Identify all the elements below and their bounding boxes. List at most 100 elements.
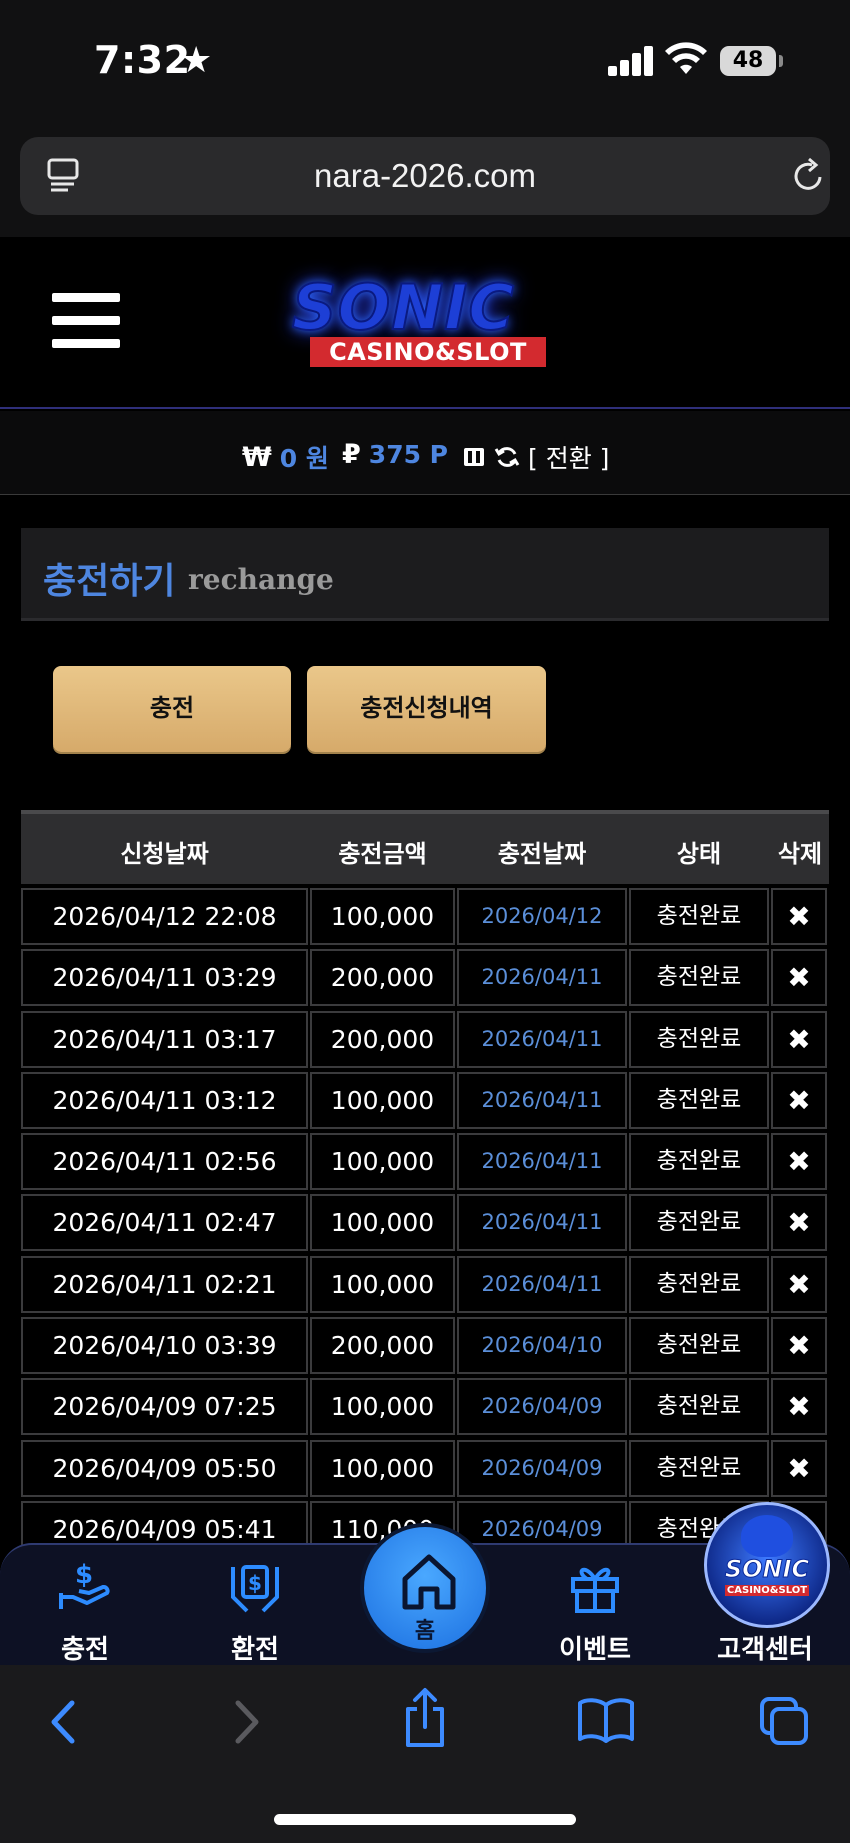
- delete-icon[interactable]: ✖: [771, 888, 827, 945]
- request-date-cell: 2026/04/11 03:17: [21, 1010, 308, 1068]
- charge-date-cell: 2026/04/11: [457, 1194, 627, 1252]
- charge-history-table: 2026/04/12 22:08 100,000 2026/04/12 충전완료…: [21, 886, 829, 1560]
- status-cell: 충전완료: [629, 888, 769, 945]
- point-icon: ₽: [342, 439, 361, 470]
- nav-event-label: 이벤트: [559, 1635, 631, 1665]
- header-status: 상태: [676, 840, 722, 868]
- status-cell: 충전완료: [629, 949, 769, 1007]
- request-date-cell: 2026/04/11 02:21: [21, 1255, 308, 1313]
- back-icon[interactable]: [44, 1695, 84, 1749]
- charge-history-button[interactable]: 충전신청내역: [307, 666, 546, 752]
- cash-balance-value: 0 원: [279, 444, 329, 473]
- delete-icon[interactable]: ✖: [771, 1071, 827, 1129]
- page-title: 충전하기: [43, 561, 176, 602]
- site-logo[interactable]: SONIC CASINO&SLOT: [284, 270, 574, 371]
- amount-cell: 100,000: [310, 1071, 455, 1129]
- cash-balance: ₩ 0 원: [242, 439, 329, 475]
- header-request-date: 신청날짜: [120, 840, 209, 868]
- won-icon: ₩: [242, 441, 272, 473]
- logo-subtitle: CASINO&SLOT: [310, 337, 546, 367]
- status-bar: 7:32 ★ 48: [0, 0, 850, 120]
- table-row: 2026/04/11 03:17 200,000 2026/04/11 충전완료…: [21, 1009, 829, 1070]
- address-bar[interactable]: nara-2026.com: [20, 137, 830, 215]
- delete-icon[interactable]: ✖: [771, 1378, 827, 1436]
- nav-home-button[interactable]: 홈: [360, 1523, 490, 1653]
- logo-text: SONIC: [291, 270, 515, 345]
- support-badge[interactable]: SONIC CASINO&SLOT: [704, 1502, 830, 1628]
- bookmarks-icon[interactable]: [576, 1697, 636, 1743]
- hamburger-menu-icon[interactable]: [52, 293, 120, 349]
- header-amount: 충전금액: [338, 840, 427, 868]
- charge-date-cell: 2026/04/10: [457, 1317, 627, 1375]
- card-icon: [464, 448, 484, 466]
- charge-date-cell: 2026/04/09: [457, 1439, 627, 1497]
- amount-cell: 100,000: [310, 1133, 455, 1191]
- request-date-cell: 2026/04/11 02:47: [21, 1194, 308, 1252]
- request-date-cell: 2026/04/11 03:12: [21, 1071, 308, 1129]
- status-cell: 충전완료: [629, 1071, 769, 1129]
- browser-address-area: nara-2026.com: [0, 120, 850, 237]
- request-date-cell: 2026/04/12 22:08: [21, 888, 308, 945]
- charge-date-cell: 2026/04/11: [457, 949, 627, 1007]
- amount-cell: 100,000: [310, 1194, 455, 1252]
- status-cell: 충전완료: [629, 1194, 769, 1252]
- delete-icon[interactable]: ✖: [771, 1010, 827, 1068]
- table-row: 2026/04/10 03:39 200,000 2026/04/10 충전완료…: [21, 1315, 829, 1376]
- share-icon[interactable]: [400, 1687, 450, 1749]
- section-header: 충전하기 rechange: [21, 528, 829, 621]
- balance-bar: ₩ 0 원 ₽ 375 P [ 전환 ]: [0, 411, 850, 495]
- nav-event[interactable]: 이벤트: [530, 1545, 660, 1665]
- table-row: 2026/04/11 02:56 100,000 2026/04/11 충전완료…: [21, 1131, 829, 1192]
- amount-cell: 100,000: [310, 1255, 455, 1313]
- money-hand-icon: $: [59, 1560, 110, 1609]
- charge-date-cell: 2026/04/11: [457, 1255, 627, 1313]
- table-row: 2026/04/09 07:25 100,000 2026/04/09 충전완료…: [21, 1376, 829, 1437]
- charge-date-cell: 2026/04/11: [457, 1133, 627, 1191]
- request-date-cell: 2026/04/09 05:50: [21, 1439, 308, 1497]
- table-header: 신청날짜 충전금액 충전날짜 상태 삭제: [21, 810, 829, 884]
- nav-charge[interactable]: $ 충전: [20, 1545, 150, 1665]
- forward-icon[interactable]: [226, 1695, 266, 1749]
- svg-text:$: $: [75, 1560, 93, 1590]
- site-header: SONIC CASINO&SLOT: [0, 237, 850, 409]
- delete-icon[interactable]: ✖: [771, 949, 827, 1007]
- table-row: 2026/04/11 02:47 100,000 2026/04/11 충전완료…: [21, 1192, 829, 1253]
- table-row: 2026/04/12 22:08 100,000 2026/04/12 충전완료…: [21, 886, 829, 947]
- request-date-cell: 2026/04/11 02:56: [21, 1133, 308, 1191]
- delete-icon[interactable]: ✖: [771, 1317, 827, 1375]
- tabs-icon[interactable]: [758, 1695, 812, 1749]
- status-cell: 충전완료: [629, 1010, 769, 1068]
- battery-icon: 48: [720, 46, 776, 76]
- delete-icon[interactable]: ✖: [771, 1439, 827, 1497]
- reload-icon[interactable]: [790, 157, 826, 195]
- amount-cell: 200,000: [310, 1317, 455, 1375]
- home-icon: [402, 1554, 456, 1610]
- gift-icon: [571, 1567, 619, 1613]
- nav-exchange[interactable]: $ 환전: [190, 1545, 320, 1665]
- table-row: 2026/04/11 02:21 100,000 2026/04/11 충전완료…: [21, 1254, 829, 1315]
- status-cell: 충전완료: [629, 1133, 769, 1191]
- delete-icon[interactable]: ✖: [771, 1255, 827, 1313]
- request-date-cell: 2026/04/09 07:25: [21, 1378, 308, 1436]
- amount-cell: 200,000: [310, 949, 455, 1007]
- table-row: 2026/04/11 03:12 100,000 2026/04/11 충전완료…: [21, 1070, 829, 1131]
- wifi-icon: [665, 42, 707, 74]
- delete-icon[interactable]: ✖: [771, 1133, 827, 1191]
- status-cell: 충전완료: [629, 1378, 769, 1436]
- delete-icon[interactable]: ✖: [771, 1194, 827, 1252]
- exchange-hands-icon: $: [231, 1565, 279, 1613]
- nav-charge-label: 충전: [61, 1635, 109, 1665]
- support-badge-logo: SONIC: [724, 1555, 810, 1584]
- table-row: 2026/04/09 05:50 100,000 2026/04/09 충전완료…: [21, 1438, 829, 1499]
- point-switch-button[interactable]: [ 전환 ]: [462, 439, 609, 475]
- refresh-icon: [494, 447, 520, 467]
- charge-date-cell: 2026/04/09: [457, 1378, 627, 1436]
- amount-cell: 200,000: [310, 1010, 455, 1068]
- mascot-image: [741, 1515, 793, 1557]
- battery-tip: [779, 55, 783, 67]
- charge-button[interactable]: 충전: [53, 666, 291, 752]
- nav-exchange-label: 환전: [231, 1635, 279, 1665]
- charge-date-cell: 2026/04/11: [457, 1071, 627, 1129]
- nav-home-label: 홈: [414, 1619, 436, 1644]
- url-text[interactable]: nara-2026.com: [20, 157, 830, 195]
